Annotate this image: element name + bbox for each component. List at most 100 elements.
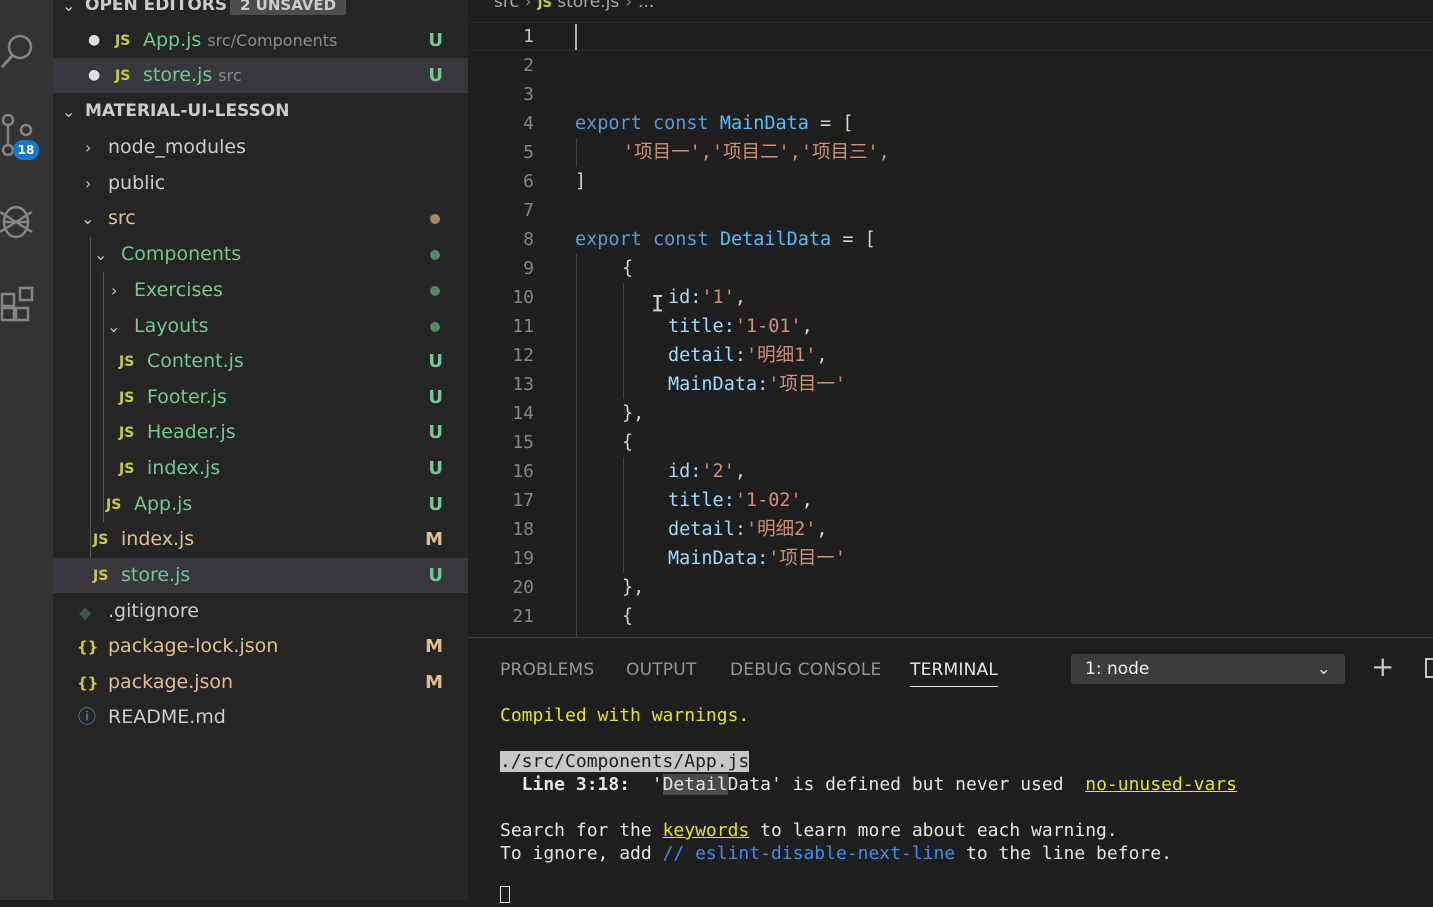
code-line: { bbox=[622, 606, 634, 627]
tree-folder-layouts[interactable]: ⌄ Layouts bbox=[53, 309, 468, 344]
line-number: 4 bbox=[523, 113, 534, 134]
modified-dot bbox=[430, 214, 440, 224]
source-control-badge: 18 bbox=[13, 140, 39, 160]
chevron-down-icon: ⌄ bbox=[107, 317, 121, 336]
code-line: { bbox=[622, 258, 634, 279]
tree-file-package-json[interactable]: {} package.json M bbox=[53, 665, 468, 700]
terminal-ignore-line: To ignore, add // eslint-disable-next-li… bbox=[500, 843, 1172, 864]
js-file-icon: JS bbox=[93, 568, 109, 584]
mouse-ibeam-cursor: Ι bbox=[651, 292, 665, 317]
tab-terminal[interactable]: TERMINAL bbox=[910, 660, 999, 687]
code-line: ] bbox=[575, 171, 587, 192]
line-number: 17 bbox=[512, 490, 534, 511]
bottom-panel: PROBLEMS OUTPUT DEBUG CONSOLE TERMINAL 1… bbox=[468, 637, 1433, 903]
indent-guide bbox=[623, 457, 624, 573]
line-number: 21 bbox=[512, 606, 534, 627]
tree-file-content-js[interactable]: JS Content.js U bbox=[53, 344, 468, 379]
split-terminal-icon[interactable] bbox=[1425, 658, 1433, 678]
code-line: title:'1-02', bbox=[668, 490, 813, 511]
open-editor-path: src bbox=[218, 66, 242, 85]
breadcrumb-more[interactable]: ... bbox=[638, 0, 654, 12]
open-editor-store-js[interactable]: ● JS store.js src U bbox=[53, 58, 468, 93]
tree-file-header-js[interactable]: JS Header.js U bbox=[53, 415, 468, 450]
tree-folder-node-modules[interactable]: › node_modules bbox=[53, 130, 468, 165]
code-line: title:'1-01', bbox=[668, 316, 813, 337]
code-line: MainData:'项目一' bbox=[668, 374, 847, 395]
unsaved-dot-icon[interactable]: ● bbox=[88, 58, 100, 93]
breadcrumb-folder[interactable]: src bbox=[494, 0, 519, 12]
chevron-right-icon: › bbox=[111, 281, 118, 300]
chevron-down-icon: ⌄ bbox=[1316, 659, 1331, 679]
tree-file-footer-js[interactable]: JS Footer.js U bbox=[53, 380, 468, 415]
tree-folder-components[interactable]: ⌄ Components bbox=[53, 237, 468, 272]
tree-file-index-js[interactable]: JS index.js U bbox=[53, 451, 468, 486]
tree-folder-public[interactable]: › public bbox=[53, 166, 468, 201]
git-status: U bbox=[428, 30, 443, 51]
tree-file-gitignore[interactable]: ◆ .gitignore bbox=[53, 594, 468, 629]
unsaved-badge: 2 UNSAVED bbox=[230, 0, 347, 15]
line-number: 7 bbox=[523, 200, 534, 221]
terminal-select-value: 1: node bbox=[1085, 659, 1150, 679]
js-file-icon: JS bbox=[106, 497, 122, 513]
line-number: 12 bbox=[512, 345, 534, 366]
tab-problems[interactable]: PROBLEMS bbox=[500, 660, 594, 680]
js-file-icon: JS bbox=[115, 68, 131, 84]
keywords-link: keywords bbox=[662, 820, 750, 841]
untracked-dot bbox=[430, 322, 440, 332]
code-line: { bbox=[622, 432, 634, 453]
code-line: }, bbox=[622, 577, 645, 598]
line-number: 5 bbox=[523, 142, 534, 163]
indent-guide bbox=[576, 254, 577, 637]
open-editors-header[interactable]: ⌄ OPEN EDITORS 2 UNSAVED bbox=[53, 0, 468, 23]
tree-folder-src[interactable]: ⌄ src bbox=[53, 201, 468, 236]
code-line: export const DetailData = [ bbox=[575, 229, 876, 250]
line-number: 3 bbox=[523, 84, 534, 105]
activity-bar: 18 bbox=[0, 0, 53, 900]
extensions-icon[interactable] bbox=[0, 282, 53, 332]
code-line: MainData:'项目一' bbox=[668, 548, 847, 569]
json-file-icon: {} bbox=[77, 674, 99, 692]
code-line: detail:'明细2', bbox=[668, 519, 828, 540]
chevron-down-icon: ⌄ bbox=[94, 245, 108, 264]
chevron-down-icon: ⌄ bbox=[62, 0, 76, 15]
line-number: 19 bbox=[512, 548, 534, 569]
open-editor-name: store.js bbox=[143, 64, 213, 86]
line-number: 16 bbox=[512, 461, 534, 482]
debug-icon[interactable] bbox=[0, 198, 53, 248]
json-file-icon: {} bbox=[77, 638, 99, 656]
terminal-select[interactable]: 1: node ⌄ bbox=[1071, 654, 1345, 684]
code-line: id:'2', bbox=[668, 461, 746, 482]
code-line: }, bbox=[622, 403, 645, 424]
breadcrumb: src › JS store.js ›... bbox=[494, 0, 654, 14]
line-number: 2 bbox=[523, 55, 534, 76]
line-number: 18 bbox=[512, 519, 534, 540]
tree-file-readme-md[interactable]: ⓘ README.md bbox=[53, 700, 468, 735]
line-number: 1 bbox=[523, 26, 534, 47]
tree-file-app-js[interactable]: JS App.js U bbox=[53, 487, 468, 522]
new-terminal-icon[interactable]: + bbox=[1371, 652, 1394, 682]
terminal-file-line: ./src/Components/App.js bbox=[500, 751, 750, 772]
tree-file-package-lock-json[interactable]: {} package-lock.json M bbox=[53, 629, 468, 664]
unsaved-dot-icon[interactable]: ● bbox=[88, 23, 100, 58]
tree-file-src-index-js[interactable]: JS index.js M bbox=[53, 522, 468, 557]
untracked-dot bbox=[430, 250, 440, 260]
line-number: 20 bbox=[512, 577, 534, 598]
terminal-cursor[interactable] bbox=[500, 884, 510, 907]
code-editor[interactable]: src › JS store.js ›... 1 2 3 4 5 6 7 8 9 10… bbox=[468, 0, 1433, 637]
code-line: id:'1', bbox=[668, 287, 746, 308]
line-number: 10 bbox=[512, 287, 534, 308]
tree-file-store-js[interactable]: JS store.js U bbox=[53, 558, 468, 593]
search-icon[interactable] bbox=[0, 25, 53, 75]
tree-folder-exercises[interactable]: › Exercises bbox=[53, 273, 468, 308]
tab-debug-console[interactable]: DEBUG CONSOLE bbox=[730, 660, 881, 680]
open-editor-name: App.js bbox=[143, 29, 202, 51]
info-icon: ⓘ bbox=[78, 707, 96, 728]
open-editor-app-js[interactable]: ● JS App.js src/Components U bbox=[53, 23, 468, 58]
project-header[interactable]: ⌄ MATERIAL-UI-LESSON bbox=[53, 94, 468, 129]
line-number: 6 bbox=[523, 171, 534, 192]
code-line: '项目一','项目二','项目三', bbox=[623, 142, 890, 163]
breadcrumb-file[interactable]: store.js bbox=[557, 0, 619, 12]
terminal-warning-line: Line 3:18: 'DetailData' is defined but n… bbox=[500, 774, 1237, 795]
git-status: U bbox=[428, 65, 443, 86]
tab-output[interactable]: OUTPUT bbox=[626, 660, 697, 680]
